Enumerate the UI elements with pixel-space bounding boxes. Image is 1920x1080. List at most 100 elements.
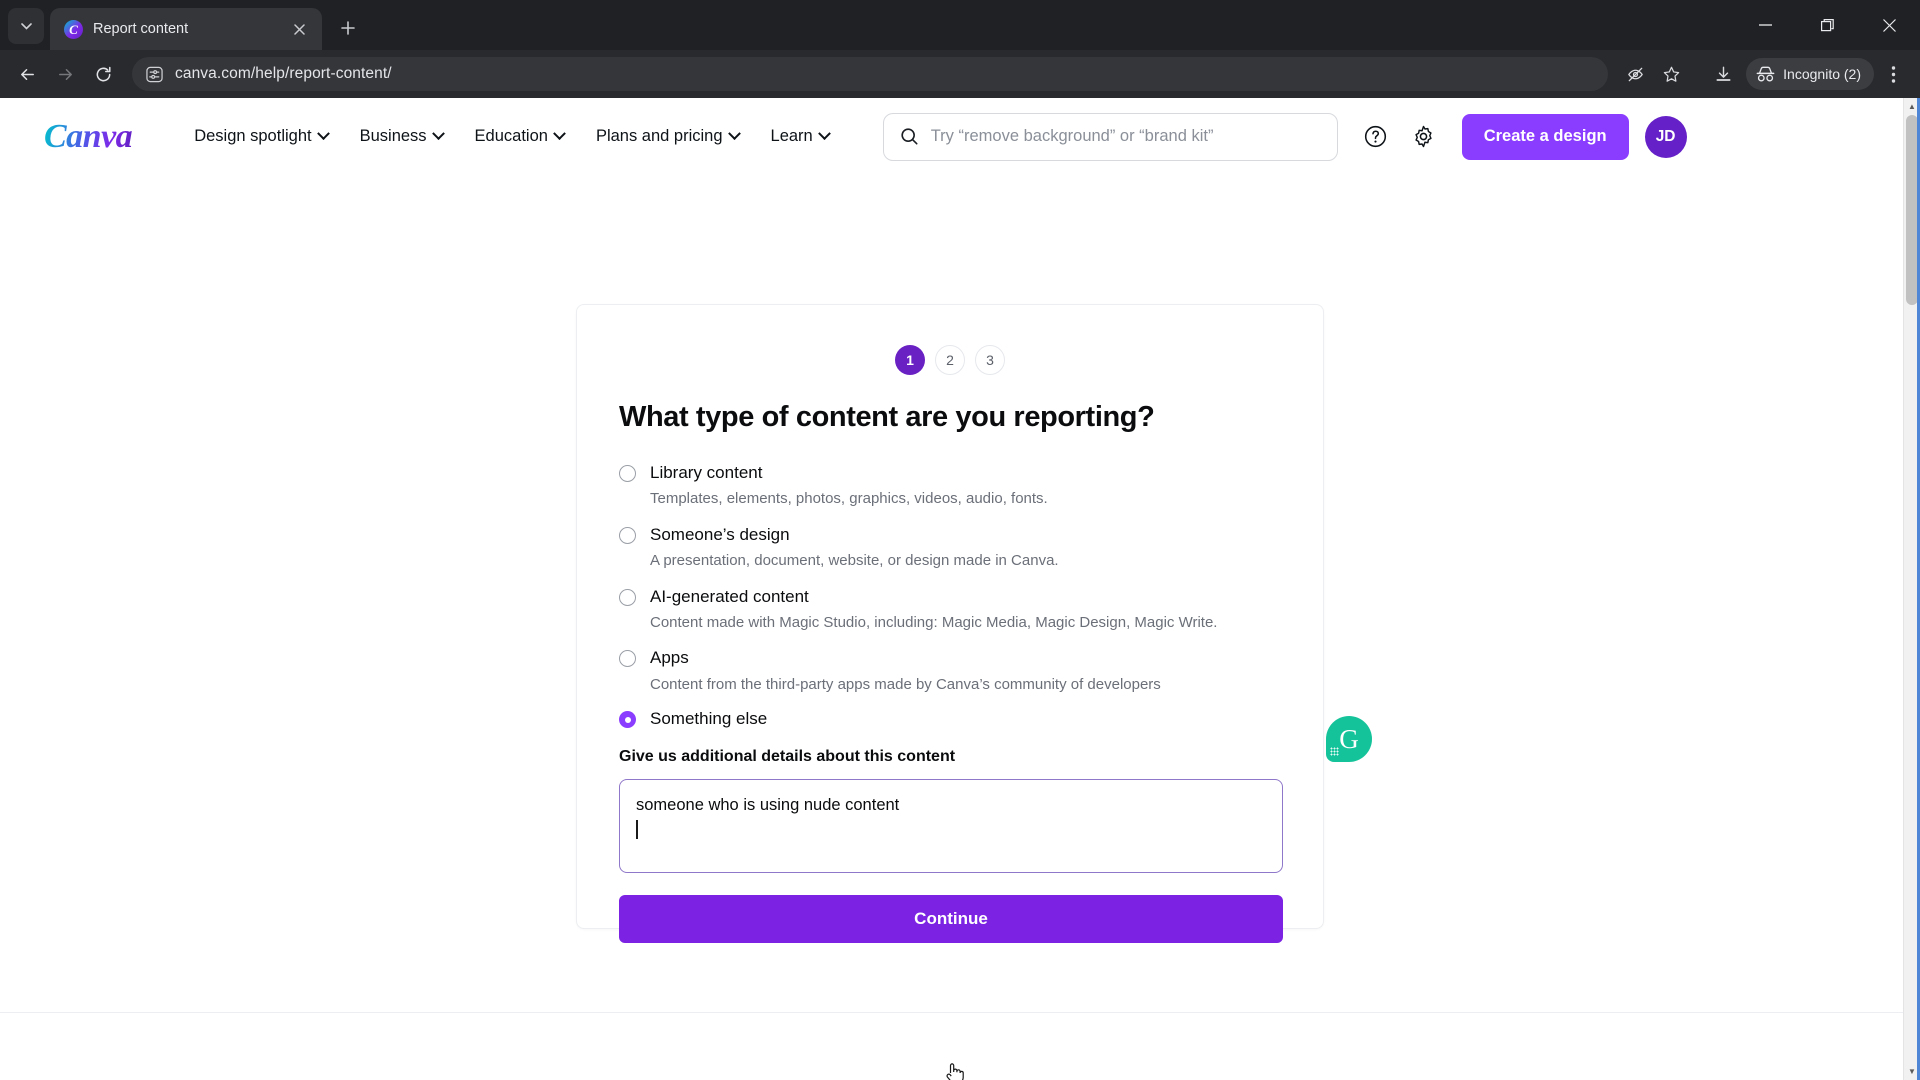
browser-window: C Report content canva.com/help/report-c… xyxy=(0,0,1920,1080)
details-textarea[interactable]: someone who is using nude content xyxy=(619,779,1283,874)
new-tab-button[interactable] xyxy=(330,10,366,46)
help-button[interactable] xyxy=(1356,117,1396,157)
chevron-down-icon xyxy=(20,22,32,30)
web-page: Canva Design spotlight Business Educatio… xyxy=(0,98,1903,1080)
question-circle-icon xyxy=(1365,125,1387,148)
nav-item-learn[interactable]: Learn xyxy=(755,117,845,156)
settings-button[interactable] xyxy=(1404,117,1444,157)
tab-search-button[interactable] xyxy=(8,8,44,44)
eye-off-icon[interactable] xyxy=(1618,57,1652,91)
page-title: What type of content are you reporting? xyxy=(619,401,1155,433)
radio-option-ai-generated-content[interactable]: AI-generated content xyxy=(619,586,1323,607)
chevron-down-icon xyxy=(431,127,445,141)
option-label: AI-generated content xyxy=(650,586,809,606)
details-field-label: Give us additional details about this co… xyxy=(619,748,956,766)
nav-label: Plans and pricing xyxy=(595,127,723,145)
arrow-left-icon xyxy=(20,68,34,80)
step-3[interactable]: 3 xyxy=(975,345,1005,375)
details-textarea-value: someone who is using nude content xyxy=(636,796,900,815)
nav-label: Education xyxy=(474,127,548,145)
option-label: Something else xyxy=(650,709,768,728)
option-description: Content from the third-party apps made b… xyxy=(650,675,1161,693)
site-settings-tune-icon[interactable] xyxy=(146,66,163,83)
vertical-scrollbar[interactable]: ▲ ▼ xyxy=(1903,98,1920,1080)
radio-option-someones-design[interactable]: Someone’s design xyxy=(619,524,1323,545)
search-input[interactable]: Try “remove background” or “brand kit” xyxy=(882,112,1338,161)
gear-icon xyxy=(1415,125,1432,148)
radio-option-apps[interactable]: Apps xyxy=(619,647,1323,668)
incognito-icon xyxy=(1756,66,1775,82)
arrow-right-icon xyxy=(58,68,72,80)
mouse-cursor-pointer-icon xyxy=(946,1063,964,1080)
create-a-design-button[interactable]: Create a design xyxy=(1461,113,1629,160)
canva-favicon: C xyxy=(64,19,83,39)
tab-close-icon[interactable] xyxy=(286,16,312,42)
minimize-icon xyxy=(1758,24,1772,26)
back-button[interactable] xyxy=(10,57,44,91)
radio-button[interactable] xyxy=(619,526,636,544)
site-header: Canva Design spotlight Business Educatio… xyxy=(0,98,1903,176)
step-indicator: 1 2 3 xyxy=(577,345,1323,375)
search-placeholder: Try “remove background” or “brand kit” xyxy=(930,127,1214,145)
page-content: 1 2 3 What type of content are you repor… xyxy=(0,176,1903,1080)
report-form-card: 1 2 3 What type of content are you repor… xyxy=(576,304,1324,944)
window-minimize-button[interactable] xyxy=(1734,0,1796,50)
option-description: A presentation, document, website, or de… xyxy=(650,552,1059,569)
step-2[interactable]: 2 xyxy=(935,345,965,375)
radio-button[interactable] xyxy=(619,588,636,606)
grammarly-glyph: G xyxy=(1339,723,1359,754)
drag-handle-dots-icon[interactable] xyxy=(1330,747,1339,756)
search-icon xyxy=(901,128,918,145)
radio-button[interactable] xyxy=(619,465,636,482)
nav-item-education[interactable]: Education xyxy=(459,117,580,156)
option-label: Someone’s design xyxy=(650,524,790,544)
content-type-radio-group: Library content Templates, elements, pho… xyxy=(619,462,1323,729)
chevron-down-icon xyxy=(553,127,566,141)
option-label: Apps xyxy=(650,648,689,668)
canva-logo[interactable]: Canva xyxy=(44,118,133,156)
incognito-profile-button[interactable]: Incognito (2) xyxy=(1746,58,1874,90)
continue-button[interactable]: Continue xyxy=(619,895,1283,944)
restore-icon xyxy=(1820,18,1834,31)
nav-item-design-spotlight[interactable]: Design spotlight xyxy=(178,117,343,156)
nav-label: Business xyxy=(359,127,427,145)
text-caret xyxy=(636,819,638,839)
nav-label: Learn xyxy=(770,127,813,145)
radio-button[interactable] xyxy=(619,650,636,668)
window-close-button[interactable] xyxy=(1858,0,1920,50)
nav-item-plans-and-pricing[interactable]: Plans and pricing xyxy=(580,117,755,156)
browser-menu-button[interactable] xyxy=(1876,57,1910,91)
browser-toolbar: canva.com/help/report-content/ Incognito… xyxy=(0,50,1920,98)
chevron-down-icon xyxy=(316,127,330,141)
address-bar[interactable]: canva.com/help/report-content/ xyxy=(132,57,1609,91)
close-icon xyxy=(1882,18,1896,32)
bookmark-star-icon[interactable] xyxy=(1654,57,1688,91)
plus-icon xyxy=(341,21,355,35)
option-label: Library content xyxy=(650,463,763,482)
page-viewport: Canva Design spotlight Business Educatio… xyxy=(0,98,1920,1080)
nav-item-business[interactable]: Business xyxy=(344,117,459,156)
grammarly-button[interactable]: G xyxy=(1326,716,1372,762)
window-controls xyxy=(1734,0,1920,50)
footer-divider xyxy=(0,1012,1903,1013)
nav-label: Design spotlight xyxy=(194,127,312,145)
three-dots-vertical-icon xyxy=(1891,65,1895,83)
radio-option-something-else[interactable]: Something else xyxy=(619,708,1323,729)
radio-button-selected[interactable] xyxy=(619,711,636,728)
reload-button[interactable] xyxy=(86,57,120,91)
toolbar-icons: Incognito (2) xyxy=(1618,57,1910,91)
forward-button[interactable] xyxy=(48,57,82,91)
tab-title: Report content xyxy=(93,21,189,37)
incognito-label: Incognito (2) xyxy=(1783,66,1861,82)
window-maximize-button[interactable] xyxy=(1796,0,1858,50)
avatar[interactable]: JD xyxy=(1644,115,1687,158)
reload-icon xyxy=(96,66,111,81)
browser-tab[interactable]: C Report content xyxy=(50,8,322,50)
address-bar-url: canva.com/help/report-content/ xyxy=(175,65,392,82)
radio-option-library-content[interactable]: Library content xyxy=(619,462,1323,483)
step-1[interactable]: 1 xyxy=(895,345,925,375)
option-description: Templates, elements, photos, graphics, v… xyxy=(650,490,1048,508)
option-description: Content made with Magic Studio, includin… xyxy=(650,613,1218,631)
chevron-down-icon xyxy=(727,127,741,141)
download-icon[interactable] xyxy=(1706,57,1740,91)
